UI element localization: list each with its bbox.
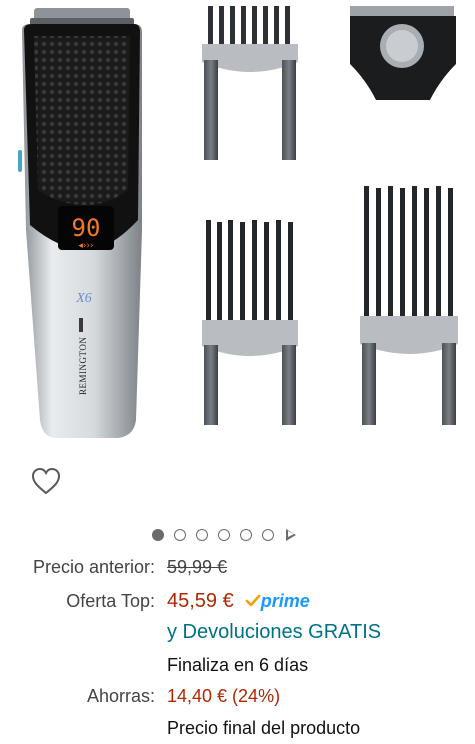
- blade-guard-cap: [350, 6, 456, 100]
- carousel-dot-3[interactable]: [196, 529, 208, 541]
- offer-price-label: Oferta Top:: [66, 591, 155, 611]
- carousel-indicator: [152, 529, 296, 541]
- savings-label: Ahorras:: [86, 686, 155, 706]
- model-label: X6: [75, 291, 92, 306]
- previous-price-value: 59,99 €: [167, 557, 228, 577]
- brand-label: REMINGTON: [78, 337, 88, 395]
- display-readout: 90: [72, 214, 101, 242]
- svg-text:◂›››: ◂›››: [78, 241, 93, 251]
- product-image-gallery[interactable]: 90 ◂››› X6 REMINGTON: [0, 0, 475, 445]
- prime-badge[interactable]: prime: [261, 591, 310, 611]
- deal-ends-text: Finaliza en 6 días: [167, 655, 309, 675]
- carousel-dot-4[interactable]: [218, 529, 230, 541]
- carousel-dot-6[interactable]: [262, 529, 274, 541]
- heart-icon[interactable]: [30, 466, 62, 496]
- play-video-icon[interactable]: [286, 529, 296, 541]
- prime-check-icon: [245, 594, 261, 607]
- offer-price-value: 45,59 €: [167, 590, 234, 612]
- offer-price-group: 45,59 € prime: [167, 589, 310, 613]
- carousel-dot-5[interactable]: [240, 529, 252, 541]
- hair-clipper-image: 90 ◂››› X6 REMINGTON: [18, 8, 142, 438]
- comb-attachment-1: [202, 6, 298, 160]
- carousel-dot-2[interactable]: [174, 529, 186, 541]
- savings-value: 14,40 € (24%): [167, 686, 281, 706]
- comb-attachment-3: [360, 186, 458, 425]
- previous-price-label: Precio anterior:: [32, 557, 155, 577]
- comb-attachment-2: [202, 220, 298, 425]
- free-returns-link[interactable]: y Devoluciones GRATIS: [167, 620, 381, 644]
- carousel-dot-1[interactable]: [152, 529, 164, 541]
- final-price-note: Precio final del producto: [167, 718, 361, 738]
